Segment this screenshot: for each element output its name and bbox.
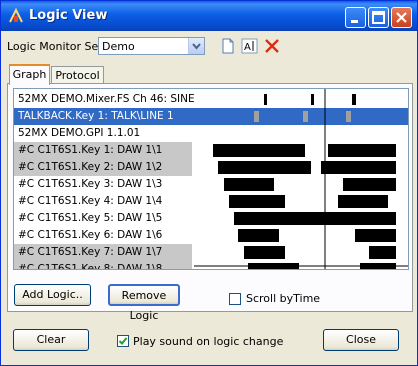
rename-icon[interactable]: A [241, 37, 259, 55]
logic-app-icon [8, 7, 24, 24]
logic-state-bar [229, 195, 285, 208]
logic-state-bar [234, 212, 396, 225]
svg-text:A: A [244, 42, 251, 53]
logic-state-bar [352, 94, 356, 105]
logic-state-bar [224, 178, 274, 191]
minimize-button[interactable] [345, 7, 366, 28]
logic-state-bar [343, 178, 396, 191]
logic-state-bar [338, 195, 388, 208]
logic-state-bar [244, 246, 285, 259]
timeline-graph [194, 89, 408, 269]
tab-graph[interactable]: Graph [9, 64, 50, 85]
monitor-set-label: Logic Monitor Set: [7, 40, 107, 53]
new-document-icon[interactable] [219, 37, 237, 55]
close-button[interactable]: Close [323, 329, 399, 351]
window-title: Logic View [29, 8, 108, 23]
logic-state-bar [303, 111, 308, 122]
chevron-down-icon[interactable] [188, 38, 204, 54]
checkmark-icon [118, 337, 128, 345]
remove-logic-button[interactable]: Remove Logic [108, 284, 180, 322]
play-sound-label: Play sound on logic change [133, 335, 284, 348]
logic-state-bar [311, 94, 314, 105]
scroll-by-time-label: Scroll byTime [246, 292, 321, 305]
logic-state-bar [213, 144, 305, 157]
clear-button[interactable]: Clear [13, 329, 89, 351]
play-sound-checkbox[interactable] [117, 335, 129, 347]
logic-state-bar [238, 229, 279, 242]
add-logic-button[interactable]: Add Logic.. [14, 284, 91, 306]
monitor-set-select[interactable]: Demo [98, 37, 205, 55]
logic-state-bar [328, 144, 396, 157]
logic-state-bar [355, 229, 396, 242]
maximize-icon [372, 11, 385, 24]
logic-state-bar [218, 161, 311, 174]
monitor-set-value: Demo [102, 40, 135, 53]
delete-icon[interactable] [263, 37, 281, 55]
logic-state-bar [254, 111, 259, 122]
logic-state-bar [369, 246, 396, 259]
minimize-icon [351, 20, 358, 23]
logic-state-bar [264, 94, 267, 105]
title-bar[interactable]: Logic View [1, 1, 417, 31]
close-window-button[interactable] [391, 7, 412, 28]
logic-state-bar [346, 111, 351, 122]
scroll-by-time-checkbox[interactable] [229, 293, 241, 305]
logic-view-window: Logic View Logic Monitor Set: Demo A Gra… [0, 0, 418, 366]
logic-list[interactable]: 52MX DEMO.Mixer.FS Ch 46: SINE TALKBACK.K… [13, 88, 409, 270]
close-icon [396, 12, 407, 23]
logic-state-bar [321, 161, 396, 174]
maximize-button[interactable] [368, 7, 389, 28]
